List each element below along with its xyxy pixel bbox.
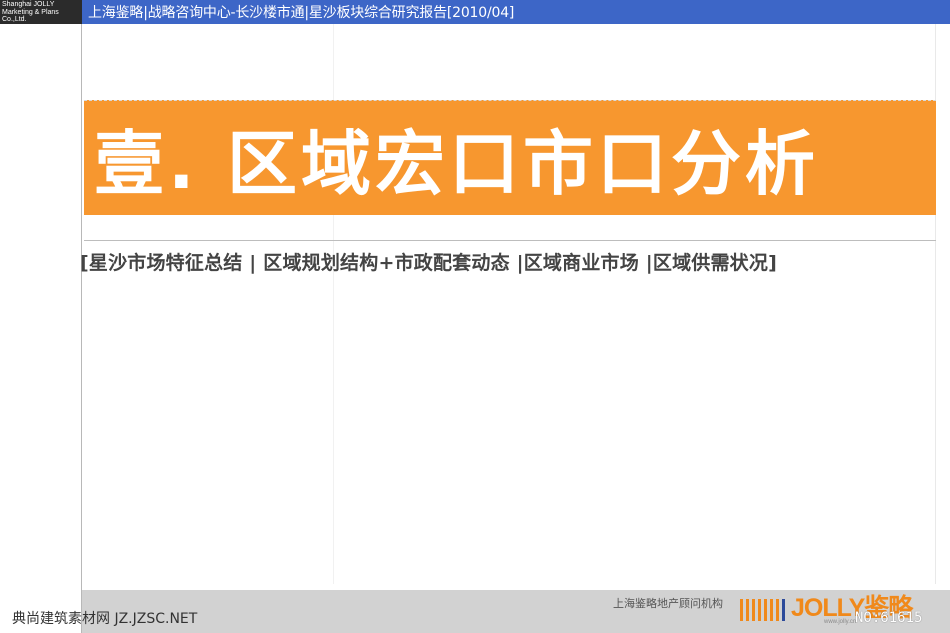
- company-corner-logo: Shanghai JOLLY Marketing & Plans Co.,Ltd…: [0, 0, 82, 24]
- header-bar: 上海鉴略|战略咨询中心-长沙楼市通|星沙板块综合研究报告[2010/04]: [82, 0, 950, 24]
- section-divider: [84, 240, 936, 241]
- slide-number: NO:61615: [855, 610, 923, 626]
- left-rail: [0, 0, 82, 633]
- logo-stripes-icon: [740, 597, 788, 621]
- chapter-title-band: 壹. 区域宏口市口分析: [84, 100, 936, 215]
- section-navigation: [星沙市场特征总结 | 区域规划结构+市政配套动态 |区域商业市场 |区域供需状…: [80, 252, 777, 274]
- header-title: 上海鉴略|战略咨询中心-长沙楼市通|星沙板块综合研究报告[2010/04]: [88, 5, 515, 21]
- logo-url: www.jolly.cn: [824, 619, 857, 625]
- footer-company-name: 上海鉴略地产顾问机构: [613, 597, 723, 610]
- corner-logo-line1: Shanghai JOLLY: [2, 1, 55, 8]
- corner-logo-line2: Marketing & Plans: [2, 8, 59, 16]
- corner-logo-line3: Co.,Ltd.: [2, 16, 27, 24]
- watermark-text: 典尚建筑素材网 JZ.JZSC.NET: [12, 611, 198, 627]
- chapter-title: 壹. 区域宏口市口分析: [94, 122, 819, 205]
